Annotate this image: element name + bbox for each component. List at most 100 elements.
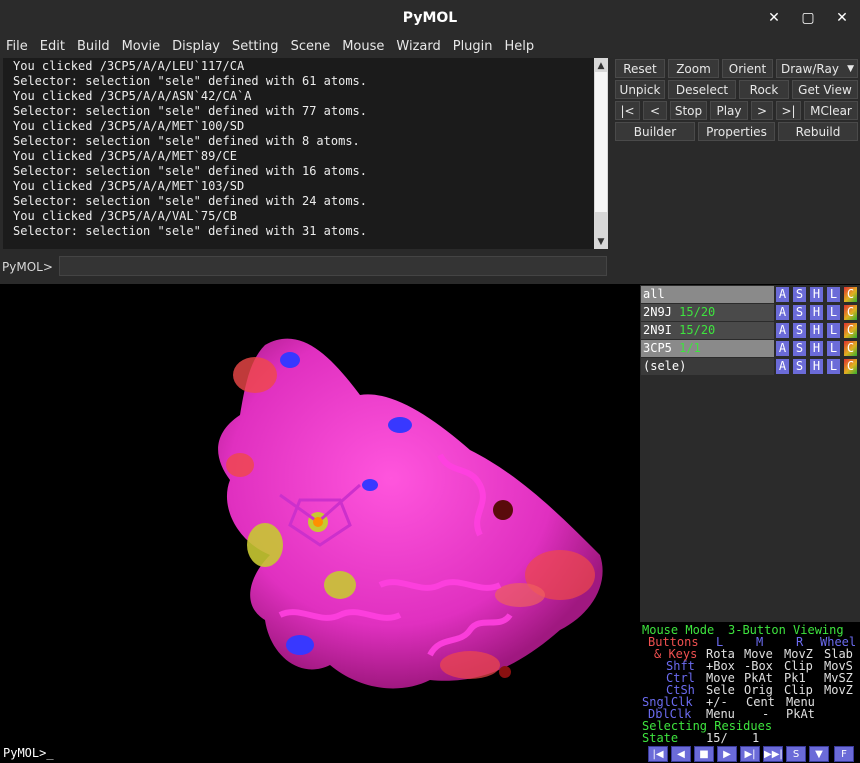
state-value: 15/: [706, 731, 728, 745]
label-button[interactable]: L: [826, 358, 841, 375]
label-button[interactable]: L: [826, 286, 841, 303]
action-button[interactable]: A: [775, 286, 790, 303]
bottom-command-prompt[interactable]: PyMOL>_: [3, 746, 54, 760]
prev-frame-button[interactable]: <: [643, 101, 667, 120]
orient-button[interactable]: Orient: [722, 59, 773, 78]
action-button[interactable]: A: [775, 340, 790, 357]
binding: Cent: [746, 695, 775, 709]
menu-bar: File Edit Build Movie Display Setting Sc…: [0, 36, 860, 58]
rock-button[interactable]: Rock: [739, 80, 789, 99]
chevron-down-icon: ▼: [847, 64, 854, 74]
maximize-icon[interactable]: ▢: [798, 8, 818, 28]
menu-display[interactable]: Display: [166, 36, 226, 58]
log-line: Selector: selection "sele" defined with …: [13, 104, 368, 118]
menu-movie[interactable]: Movie: [116, 36, 166, 58]
action-button[interactable]: A: [775, 304, 790, 321]
hide-button[interactable]: H: [809, 358, 824, 375]
command-prompt-label: PyMOL>: [2, 260, 53, 274]
show-button[interactable]: S: [792, 322, 807, 339]
object-name[interactable]: 2N9I 15/20: [641, 322, 774, 339]
log-line: You clicked /3CP5/A/A/MET`100/SD: [13, 119, 245, 133]
zoom-button[interactable]: Zoom: [668, 59, 719, 78]
menu-setting[interactable]: Setting: [226, 36, 285, 58]
log-line: You clicked /3CP5/A/A/MET`103/SD: [13, 179, 245, 193]
unpick-button[interactable]: Unpick: [615, 80, 665, 99]
scroll-down-icon[interactable]: ▼: [594, 235, 608, 249]
menu-build[interactable]: Build: [71, 36, 116, 58]
menu-wizard[interactable]: Wizard: [390, 36, 446, 58]
object-name[interactable]: 3CP5 1/1: [641, 340, 774, 357]
play-button[interactable]: Play: [710, 101, 748, 120]
close-icon[interactable]: ✕: [832, 8, 852, 28]
draw-ray-button[interactable]: Draw/Ray ▼: [776, 59, 858, 78]
object-row-3cp5[interactable]: 3CP5 1/1 A S H L C: [641, 340, 860, 357]
scene-button[interactable]: S: [786, 746, 806, 762]
mouse-mode-panel[interactable]: Mouse Mode 3-Button Viewing Buttons L M …: [640, 622, 860, 745]
stop-button[interactable]: Stop: [670, 101, 707, 120]
show-button[interactable]: S: [792, 304, 807, 321]
hide-button[interactable]: H: [809, 304, 824, 321]
hide-button[interactable]: H: [809, 340, 824, 357]
properties-button[interactable]: Properties: [698, 122, 775, 141]
menu-help[interactable]: Help: [499, 36, 541, 58]
fullscreen-button[interactable]: F: [834, 746, 854, 762]
rewind-icon[interactable]: |◀: [648, 746, 668, 762]
protein-render: [218, 338, 603, 689]
step-forward-icon[interactable]: ▶|: [740, 746, 760, 762]
object-name[interactable]: all: [641, 286, 774, 303]
minimize-icon[interactable]: ✕: [764, 8, 784, 28]
object-name[interactable]: 2N9J 15/20: [641, 304, 774, 321]
state-total: 1: [752, 731, 760, 745]
label-button[interactable]: L: [826, 322, 841, 339]
log-line: Selector: selection "sele" defined with …: [13, 134, 360, 148]
reset-button[interactable]: Reset: [615, 59, 665, 78]
color-button[interactable]: C: [843, 322, 858, 339]
label-button[interactable]: L: [826, 304, 841, 321]
show-button[interactable]: S: [792, 340, 807, 357]
next-frame-button[interactable]: >: [751, 101, 773, 120]
state-label: State: [642, 731, 679, 745]
molecular-viewer[interactable]: [0, 285, 640, 745]
object-row-all[interactable]: all A S H L C: [641, 286, 860, 303]
object-row-2n9i[interactable]: 2N9I 15/20 A S H L C: [641, 322, 860, 339]
mclear-button[interactable]: MClear: [804, 101, 858, 120]
object-row-sele[interactable]: (sele) A S H L C: [641, 358, 860, 375]
hide-button[interactable]: H: [809, 322, 824, 339]
color-button[interactable]: C: [843, 340, 858, 357]
color-button[interactable]: C: [843, 286, 858, 303]
fast-forward-icon[interactable]: ▶▶|: [763, 746, 783, 762]
chevron-down-icon[interactable]: ▼: [809, 746, 829, 762]
menu-scene[interactable]: Scene: [285, 36, 337, 58]
log-line: Selector: selection "sele" defined with …: [13, 74, 368, 88]
menu-plugin[interactable]: Plugin: [447, 36, 499, 58]
label-button[interactable]: L: [826, 340, 841, 357]
surface-shape: [218, 338, 603, 689]
rebuild-button[interactable]: Rebuild: [778, 122, 858, 141]
deselect-button[interactable]: Deselect: [668, 80, 736, 99]
builder-button[interactable]: Builder: [615, 122, 695, 141]
color-button[interactable]: C: [843, 358, 858, 375]
show-button[interactable]: S: [792, 286, 807, 303]
first-frame-button[interactable]: |<: [615, 101, 640, 120]
log-line: Selector: selection "sele" defined with …: [13, 164, 368, 178]
menu-file[interactable]: File: [0, 36, 34, 58]
log-scroll-thumb[interactable]: [595, 72, 607, 212]
color-button[interactable]: C: [843, 304, 858, 321]
last-frame-button[interactable]: >|: [776, 101, 801, 120]
log-line: You clicked /3CP5/A/A/MET`89/CE: [13, 149, 237, 163]
object-row-2n9j[interactable]: 2N9J 15/20 A S H L C: [641, 304, 860, 321]
step-back-icon[interactable]: ◀: [671, 746, 691, 762]
menu-edit[interactable]: Edit: [34, 36, 71, 58]
action-button[interactable]: A: [775, 358, 790, 375]
play-icon[interactable]: ▶: [717, 746, 737, 762]
command-input[interactable]: [59, 256, 607, 276]
scroll-up-icon[interactable]: ▲: [594, 59, 608, 73]
stop-icon[interactable]: ■: [694, 746, 714, 762]
show-button[interactable]: S: [792, 358, 807, 375]
object-name[interactable]: (sele): [641, 358, 774, 375]
action-button[interactable]: A: [775, 322, 790, 339]
get-view-button[interactable]: Get View: [792, 80, 858, 99]
menu-mouse[interactable]: Mouse: [336, 36, 390, 58]
log-line: Selector: selection "sele" defined with …: [13, 194, 368, 208]
hide-button[interactable]: H: [809, 286, 824, 303]
